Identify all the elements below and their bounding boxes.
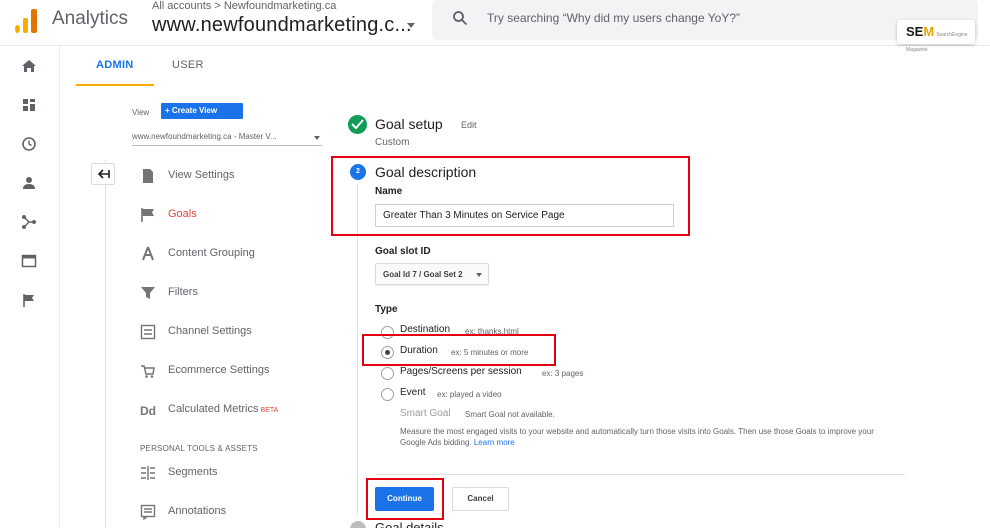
nav-view-settings[interactable]: View Settings	[140, 166, 330, 188]
chevron-down-icon[interactable]	[314, 136, 320, 140]
flag-icon	[141, 208, 154, 222]
option-event-label[interactable]: Event	[400, 387, 426, 398]
chevron-down-icon[interactable]	[476, 273, 482, 277]
annotations-icon	[140, 504, 156, 520]
left-nav-rail	[0, 46, 60, 528]
breadcrumb[interactable]: All accounts > Newfoundmarketing.ca	[152, 0, 336, 12]
conversions-flag-icon[interactable]	[21, 292, 37, 308]
nav-ecommerce-settings[interactable]: Ecommerce Settings	[140, 361, 330, 383]
cart-icon	[141, 365, 155, 378]
nav-label: Channel Settings	[168, 325, 252, 337]
nav-segments[interactable]: Segments	[140, 463, 330, 485]
divider	[375, 474, 905, 475]
nav-calculated-metrics[interactable]: Dd Calculated Metrics BETA	[140, 400, 330, 422]
top-header: Analytics All accounts > Newfoundmarketi…	[0, 0, 990, 53]
annotation-box-goal-description	[331, 156, 690, 236]
view-selector-underline	[132, 145, 322, 146]
annotation-box-continue	[366, 478, 444, 520]
acquisition-icon[interactable]	[21, 214, 37, 230]
segments-icon	[141, 466, 155, 480]
tab-admin[interactable]: ADMIN	[96, 59, 134, 71]
step-number-badge	[350, 521, 366, 528]
view-selector[interactable]: www.newfoundmarketing.ca - Master V...	[132, 132, 277, 141]
search-icon[interactable]	[452, 10, 468, 26]
radio-pages-per-session[interactable]	[381, 367, 394, 380]
tab-user[interactable]: USER	[172, 59, 204, 71]
goal-slot-select[interactable]: Goal Id 7 / Goal Set 2	[375, 263, 489, 285]
section-header: PERSONAL TOOLS & ASSETS	[140, 444, 258, 453]
smart-goal-note: Smart Goal not available.	[465, 410, 555, 419]
create-view-button[interactable]: + Create View	[161, 103, 243, 119]
type-label: Type	[375, 304, 398, 315]
nav-label: Ecommerce Settings	[168, 364, 270, 376]
nav-label: Annotations	[168, 505, 227, 517]
nav-label: View Settings	[168, 169, 235, 181]
nav-filters[interactable]: Filters	[140, 283, 330, 305]
home-icon[interactable]	[21, 58, 37, 74]
smart-goal-description: Measure the most engaged visits to your …	[400, 427, 874, 447]
channel-icon	[140, 324, 156, 340]
option-event-example: ex: played a video	[437, 390, 502, 399]
nav-annotations[interactable]: Annotations	[140, 502, 330, 524]
svg-text:Dd: Dd	[140, 404, 156, 418]
analytics-logo[interactable]	[14, 9, 38, 33]
page-icon	[143, 169, 153, 183]
learn-more-link[interactable]: Learn more	[474, 438, 515, 447]
account-selector[interactable]: www.newfoundmarketing.c...	[152, 14, 412, 37]
goal-slot-label: Goal slot ID	[375, 246, 431, 257]
beta-badge: BETA	[260, 407, 279, 414]
goal-details-title: Goal details	[375, 520, 444, 528]
cancel-button[interactable]: Cancel	[452, 487, 509, 511]
column-divider	[105, 160, 106, 528]
nav-label: Content Grouping	[168, 247, 255, 259]
person-walk-icon	[142, 246, 154, 261]
view-label: View	[132, 108, 150, 117]
step-complete-check-icon	[348, 115, 367, 134]
search-input[interactable]: Try searching “Why did my users change Y…	[487, 11, 740, 25]
goal-setup-title: Goal setup	[375, 116, 443, 132]
nav-channel-settings[interactable]: Channel Settings	[140, 322, 330, 344]
radio-event[interactable]	[381, 388, 394, 401]
funnel-icon	[141, 287, 155, 299]
person-icon[interactable]	[21, 175, 37, 191]
active-tab-indicator	[76, 84, 154, 86]
goal-setup-edit-link[interactable]: Edit	[461, 120, 477, 130]
dashboard-icon[interactable]	[21, 97, 37, 113]
nav-label: Goals	[168, 208, 197, 220]
sem-watermark-logo: SEM SearchEngine Magazine	[897, 20, 975, 53]
option-pages-example: ex: 3 pages	[542, 369, 584, 378]
back-button[interactable]	[91, 163, 115, 185]
clock-icon[interactable]	[21, 136, 37, 152]
behavior-icon[interactable]	[21, 253, 37, 269]
arrow-left-icon	[98, 169, 110, 179]
nav-label: Segments	[168, 466, 218, 478]
app-name: Analytics	[52, 8, 129, 29]
nav-content-grouping[interactable]: Content Grouping	[140, 244, 330, 266]
smart-goal-label: Smart Goal	[400, 408, 451, 419]
option-pages-label[interactable]: Pages/Screens per session	[400, 366, 522, 377]
chevron-down-icon[interactable]	[407, 23, 415, 28]
dd-icon: Dd	[140, 404, 156, 418]
nav-label: Filters	[168, 286, 198, 298]
nav-label: Calculated Metrics BETA	[168, 403, 279, 415]
annotation-box-duration	[362, 334, 556, 366]
goal-setup-summary: Custom	[375, 137, 410, 148]
nav-goals[interactable]: Goals	[140, 205, 330, 227]
